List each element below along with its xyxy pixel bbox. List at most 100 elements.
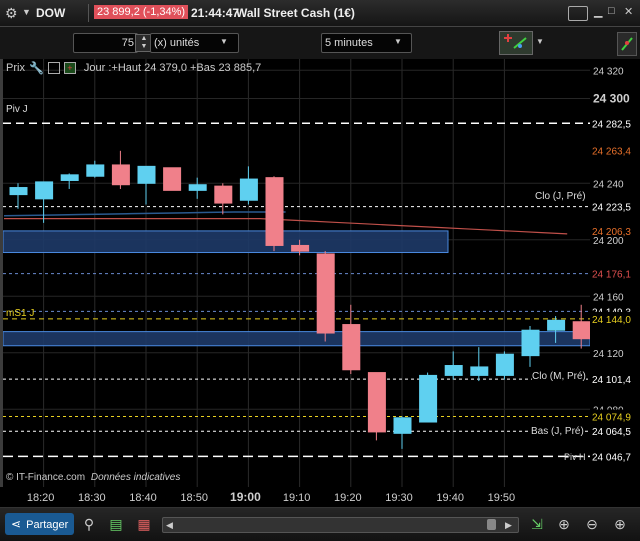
- chevron-down-icon[interactable]: ▼: [390, 34, 406, 50]
- chart-tools-glyph: [504, 34, 527, 49]
- support-zone: [3, 331, 590, 347]
- scroll-thumb[interactable]: [487, 519, 496, 530]
- time-tick-label: 18:50: [180, 492, 208, 504]
- expand-icon[interactable]: [47, 62, 60, 74]
- wrench-icon[interactable]: 🔧: [29, 61, 44, 75]
- candle-body: [265, 177, 284, 246]
- level-label-clo-m: Clo (M, Pré): [532, 371, 586, 382]
- price-tag-label: 24 206,3: [592, 227, 631, 238]
- bottom-toolbar: ⋖ Partager ⚲ ▤ ▦ ◀ ▶ ⇲ ⊕ ⊖ ⊕: [0, 507, 640, 541]
- divider: [88, 4, 89, 22]
- candle-body: [35, 181, 54, 200]
- maximize-icon[interactable]: □: [608, 5, 619, 18]
- chart-scrollbar[interactable]: ◀ ▶: [162, 517, 519, 533]
- candle-body: [572, 321, 590, 340]
- price-tag-label: 24 282,5: [592, 119, 631, 130]
- level-label-ms1-j: mS1 J: [6, 308, 35, 319]
- price-tag-label: 24 176,1: [592, 270, 631, 281]
- price-chart[interactable]: Prix 🔧 + Jour :+Haut 24 379,0 +Bas 23 88…: [0, 59, 590, 487]
- close-icon[interactable]: ✕: [624, 5, 635, 18]
- candle-body: [111, 164, 130, 186]
- level-label-piv-j: Piv J: [6, 104, 28, 115]
- chart-header: Prix 🔧 + Jour :+Haut 24 379,0 +Bas 23 88…: [6, 60, 261, 76]
- clock: 21:44:47: [191, 6, 240, 20]
- scroll-left-icon[interactable]: ◀: [166, 518, 173, 532]
- zoom-out-icon[interactable]: ⊖: [583, 515, 601, 533]
- price-tag-label: 24 101,4: [592, 375, 631, 386]
- price-tag-label: 24 074,9: [592, 413, 631, 424]
- candle-body: [495, 353, 514, 376]
- moving-average-line: [3, 211, 286, 217]
- price-tick-label: 24 320: [593, 66, 624, 77]
- support-zone: [3, 230, 449, 254]
- candle-body: [60, 174, 79, 181]
- time-axis[interactable]: 18:20 18:30 18:40 18:50 19:00 19:10 19:20 19:30…: [0, 487, 640, 507]
- indicator-glyph: [621, 37, 633, 51]
- indicative-note: Données indicatives: [90, 472, 181, 483]
- price-axis-canvas: 24 32024 30024 24024 20024 16024 12024 0…: [590, 66, 638, 463]
- auto-scale-icon[interactable]: ⇲: [528, 515, 546, 533]
- level-label-bas-j: Bas (J, Pré): [531, 426, 584, 437]
- price-tick-label: 24 300: [593, 92, 630, 106]
- share-button[interactable]: ⋖ Partager: [5, 513, 74, 535]
- minimize-icon[interactable]: ▁: [594, 5, 605, 18]
- time-tick-label: 18:20: [27, 492, 55, 504]
- candle-body: [393, 417, 412, 434]
- price-tag-label: 24 064,5: [592, 427, 631, 438]
- candle-body: [163, 167, 182, 191]
- timeframe-label: 5 minutes: [325, 37, 373, 49]
- time-tick-label: 19:10: [283, 492, 311, 504]
- chevron-down-icon[interactable]: ▼: [216, 34, 232, 50]
- candle-body: [188, 184, 207, 191]
- day-high-low: Jour :+Haut 24 379,0 +Bas 23 885,7: [83, 62, 262, 74]
- candle-body: [137, 165, 156, 184]
- price-axis[interactable]: 24 32024 30024 24024 20024 16024 12024 0…: [590, 59, 640, 487]
- candle-body: [521, 329, 540, 357]
- price-tick-label: 24 160: [593, 292, 624, 303]
- candle-body: [214, 185, 233, 204]
- price-tag-label: 24 144,0: [592, 315, 631, 326]
- candle-body: [291, 244, 310, 252]
- scroll-right-icon[interactable]: ▶: [505, 518, 512, 532]
- candle-body: [470, 366, 489, 376]
- level-label-clo-j: Clo (J, Pré): [535, 191, 586, 202]
- price-tag-label: 24 263,4: [592, 146, 631, 157]
- indicator-icon[interactable]: [617, 32, 637, 56]
- chart-canvas[interactable]: [3, 59, 590, 487]
- level-label-piv-h: Piv H: [564, 452, 586, 462]
- chart-tools-icon[interactable]: [499, 31, 533, 55]
- add-indicator-icon[interactable]: +: [63, 62, 76, 74]
- quantity-input[interactable]: 75: [73, 33, 138, 53]
- share-icon: ⋖: [11, 517, 22, 531]
- chevron-down-icon[interactable]: ▼: [22, 7, 31, 17]
- zoom-in-icon[interactable]: ⊕: [611, 515, 629, 533]
- layers-icon[interactable]: ▤: [107, 515, 125, 533]
- chevron-down-icon[interactable]: ▼: [532, 34, 548, 50]
- candle-body: [239, 178, 258, 201]
- candle-body: [316, 253, 335, 334]
- time-tick-label: 19:50: [488, 492, 516, 504]
- zoom-area-icon[interactable]: ⊕: [555, 515, 573, 533]
- unit-label: (x) unités: [154, 37, 200, 49]
- keyboard-icon[interactable]: [568, 6, 588, 21]
- symbol-label[interactable]: DOW: [36, 6, 65, 20]
- candle-body: [9, 187, 28, 196]
- cursor-tool-icon[interactable]: ⚲: [80, 515, 98, 533]
- time-tick-label: 19:40: [436, 492, 464, 504]
- copyright-text: © IT-Finance.com: [6, 472, 86, 483]
- time-tick-label: 18:30: [78, 492, 106, 504]
- time-tick-label: 19:30: [385, 492, 413, 504]
- time-tick-label: 19:00: [230, 490, 261, 504]
- price-tag-label: 24 046,7: [592, 452, 631, 463]
- order-book-icon[interactable]: ▦: [135, 515, 153, 533]
- candle-body: [342, 324, 361, 371]
- candle-body: [419, 374, 438, 423]
- time-axis-canvas: 18:20 18:30 18:40 18:50 19:00 19:10 19:20 19:30…: [27, 490, 516, 504]
- price-tick-label: 24 240: [593, 179, 624, 190]
- price-tag-label: 24 223,5: [592, 203, 631, 214]
- price-label: Prix: [6, 62, 25, 74]
- share-label: Partager: [26, 519, 69, 531]
- gear-icon[interactable]: ⚙: [5, 5, 21, 21]
- candle-body: [367, 372, 386, 433]
- order-toolbar: 75 ▲ ▼ (x) unités ▼ 5 minutes ▼ ▼: [0, 27, 640, 59]
